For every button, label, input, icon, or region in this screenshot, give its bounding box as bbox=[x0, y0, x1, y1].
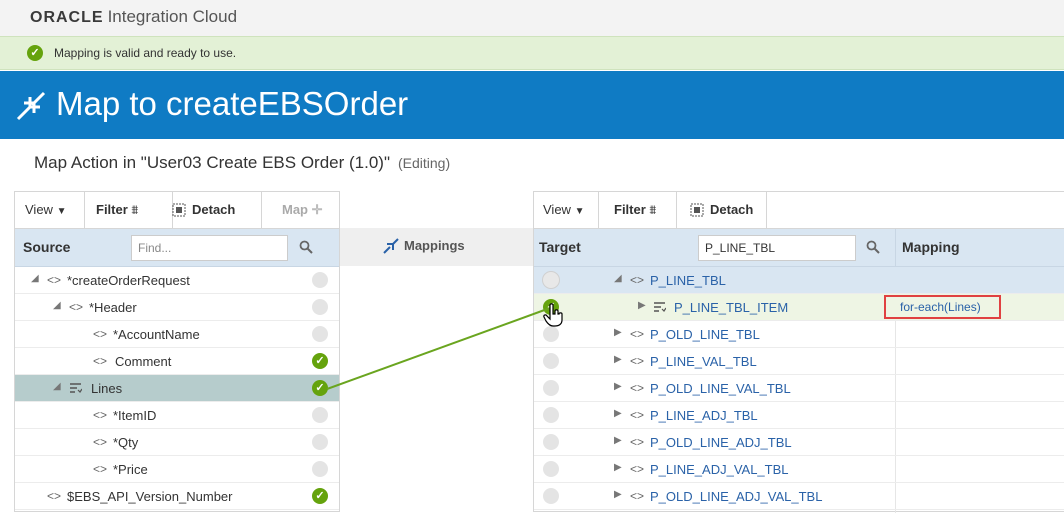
search-icon[interactable] bbox=[866, 240, 880, 254]
oracle-logo: ORACLE Integration Cloud bbox=[30, 7, 237, 27]
brand-name: ORACLE bbox=[30, 9, 104, 26]
unmapped-indicator bbox=[312, 272, 328, 288]
source-panel: View ▼ Filter ⩩ Detach Map ✛ Source Find… bbox=[14, 191, 340, 512]
map-action-line: Map Action in "User03 Create EBS Order (… bbox=[34, 153, 450, 173]
repeating-element-icon bbox=[70, 383, 82, 393]
search-icon[interactable] bbox=[299, 240, 313, 254]
mappings-icon bbox=[383, 238, 399, 254]
target-toolbar: View ▼ Filter ⩩ Detach bbox=[534, 192, 1064, 229]
target-detach-button[interactable]: Detach bbox=[690, 192, 753, 228]
target-row[interactable]: ▶ <> P_LINE_VAL_TBL bbox=[534, 348, 1064, 375]
target-filter-button[interactable]: Filter ⩩ bbox=[614, 192, 656, 228]
source-label: Source bbox=[23, 239, 71, 255]
source-header: Source Find... bbox=[15, 229, 339, 267]
target-row-selected[interactable]: ◢ <> P_LINE_TBL bbox=[534, 267, 1064, 294]
status-bar: ✓ Mapping is valid and ready to use. bbox=[0, 36, 1064, 70]
target-header: Target P_LINE_TBL Mapping bbox=[534, 229, 1064, 267]
filter-icon: ⩩ bbox=[131, 202, 139, 217]
source-filter-button[interactable]: Filter ⩩ bbox=[96, 192, 138, 228]
source-row[interactable]: ◢ <> *createOrderRequest bbox=[15, 267, 339, 294]
repeating-element-icon bbox=[654, 302, 666, 312]
target-label: Target bbox=[539, 239, 581, 255]
map-action-title: Map Action in "User03 Create EBS Order (… bbox=[34, 153, 390, 172]
target-row[interactable]: ▶ <> P_OLD_LINE_ADJ_TBL bbox=[534, 429, 1064, 456]
unmapped-indicator bbox=[543, 461, 559, 477]
unmapped-indicator bbox=[543, 353, 559, 369]
target-panel: View ▼ Filter ⩩ Detach Target P_LINE_TBL… bbox=[533, 191, 1064, 513]
map-button[interactable]: Map ✛ bbox=[282, 192, 323, 228]
source-row[interactable]: <> *Qty bbox=[15, 429, 339, 456]
source-row[interactable]: <> $EBS_API_Version_Number ✓ bbox=[15, 483, 339, 510]
source-row[interactable]: <> *AccountName bbox=[15, 321, 339, 348]
unmapped-indicator bbox=[542, 271, 560, 289]
target-row[interactable]: ▶ <> P_LINE_ADJ_VAL_TBL bbox=[534, 456, 1064, 483]
status-message: Mapping is valid and ready to use. bbox=[54, 46, 237, 60]
top-bar: ORACLE Integration Cloud bbox=[0, 0, 1064, 36]
target-view-menu[interactable]: View ▼ bbox=[543, 192, 584, 228]
filter-icon: ⩩ bbox=[649, 202, 657, 217]
unmapped-indicator bbox=[312, 326, 328, 342]
source-row[interactable]: <> *Price bbox=[15, 456, 339, 483]
page-header: Map to createEBSOrder bbox=[0, 71, 1064, 139]
target-row[interactable]: ▶ <> P_LINE_ADJ_TBL bbox=[534, 402, 1064, 429]
target-search-input[interactable]: P_LINE_TBL bbox=[698, 235, 856, 261]
unmapped-indicator bbox=[312, 299, 328, 315]
mapping-column-header: Mapping bbox=[902, 239, 960, 255]
source-row[interactable]: ◢ <> *Header bbox=[15, 294, 339, 321]
unmapped-indicator bbox=[543, 326, 559, 342]
unmapped-indicator bbox=[543, 488, 559, 504]
map-plus-icon: ✛ bbox=[311, 202, 323, 217]
source-toolbar: View ▼ Filter ⩩ Detach Map ✛ bbox=[15, 192, 339, 229]
mapped-check-icon: ✓ bbox=[312, 353, 328, 369]
hand-cursor-icon bbox=[543, 303, 563, 327]
mapped-check-icon: ✓ bbox=[312, 380, 328, 396]
page-title: Map to createEBSOrder bbox=[56, 85, 409, 122]
product-name: Integration Cloud bbox=[107, 7, 238, 26]
unmapped-indicator bbox=[543, 407, 559, 423]
mappings-label: Mappings bbox=[404, 238, 465, 253]
source-row[interactable]: <> Comment ✓ bbox=[15, 348, 339, 375]
unmapped-indicator bbox=[312, 407, 328, 423]
target-row[interactable]: ▶ <> P_OLD_LINE_TBL bbox=[534, 321, 1064, 348]
mapping-expression[interactable]: for-each(Lines) bbox=[884, 295, 1001, 319]
source-row-selected[interactable]: ◢ Lines ✓ bbox=[15, 375, 339, 402]
editing-label: (Editing) bbox=[398, 155, 451, 171]
target-row[interactable]: ▶ <> P_OLD_LINE_ADJ_VAL_TBL bbox=[534, 483, 1064, 510]
source-detach-button[interactable]: Detach bbox=[172, 192, 235, 228]
source-search-input[interactable]: Find... bbox=[131, 235, 288, 261]
unmapped-indicator bbox=[543, 380, 559, 396]
map-icon bbox=[16, 91, 46, 121]
detach-icon bbox=[690, 203, 704, 217]
detach-icon bbox=[172, 203, 186, 217]
unmapped-indicator bbox=[543, 434, 559, 450]
mapped-check-icon: ✓ bbox=[312, 488, 328, 504]
mappings-header: Mappings bbox=[340, 228, 533, 266]
check-icon: ✓ bbox=[27, 45, 43, 61]
unmapped-indicator bbox=[312, 434, 328, 450]
unmapped-indicator bbox=[312, 461, 328, 477]
source-view-menu[interactable]: View ▼ bbox=[25, 192, 66, 228]
source-row[interactable]: <> *ItemID bbox=[15, 402, 339, 429]
target-row[interactable]: ▶ <> P_OLD_LINE_VAL_TBL bbox=[534, 375, 1064, 402]
